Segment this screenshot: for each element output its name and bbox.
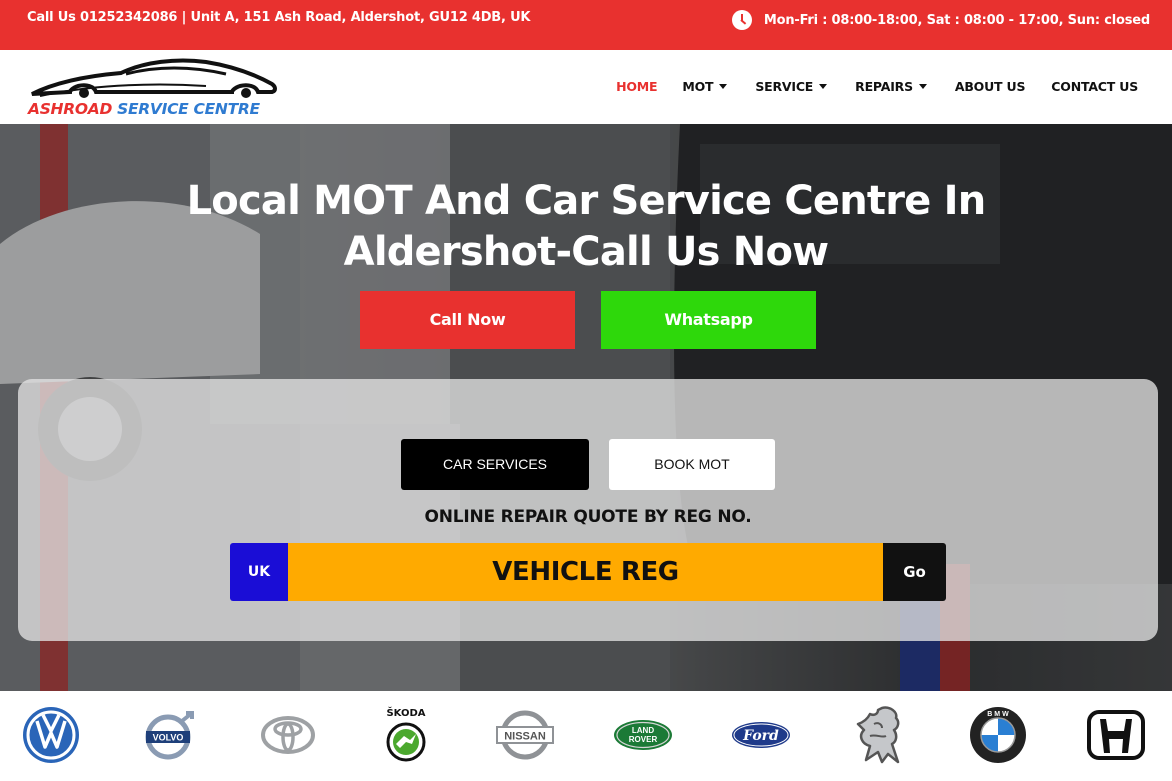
car-silhouette-icon: [31, 58, 277, 98]
nav-service[interactable]: SERVICE: [755, 79, 828, 94]
peugeot-lion-icon: [856, 706, 900, 764]
nav-about-us-label: ABOUT US: [954, 79, 1026, 94]
peugeot-logo[interactable]: [840, 697, 920, 773]
country-badge-uk: UK: [230, 543, 288, 601]
nav-repairs[interactable]: REPAIRS: [855, 79, 927, 94]
top-info-bar: Call Us 01252342086 | Unit A, 151 Ash Ro…: [0, 0, 1172, 50]
bmw-icon: B M W: [970, 707, 1026, 763]
toyota-logo[interactable]: [248, 697, 328, 773]
land-rover-icon: LAND ROVER: [614, 720, 672, 750]
quote-heading: ONLINE REPAIR QUOTE BY REG NO.: [424, 507, 752, 527]
toyota-icon: [261, 716, 315, 754]
nav-home[interactable]: HOME: [616, 79, 657, 94]
skoda-icon: [386, 722, 426, 762]
nav-home-label: HOME: [616, 79, 658, 94]
whatsapp-button[interactable]: Whatsapp: [601, 291, 816, 349]
logo-text: ASHROAD SERVICE CENTRE: [28, 100, 260, 118]
opening-hours-text: Mon-Fri : 08:00-18:00, Sat : 08:00 - 17:…: [763, 12, 1150, 28]
opening-hours: Mon-Fri : 08:00-18:00, Sat : 08:00 - 17:…: [731, 10, 1150, 30]
bmw-logo[interactable]: B M W: [958, 697, 1038, 773]
volvo-logo-text: VOLVO: [153, 733, 184, 743]
logo-word-ashroad: ASHROAD: [28, 100, 113, 118]
hero-title-line1: Local MOT And Car Service Centre In: [186, 178, 987, 224]
land-rover-line1: LAND: [632, 726, 654, 735]
tab-car-services[interactable]: CAR SERVICES: [401, 439, 589, 490]
ford-icon: Ford: [732, 722, 790, 748]
nissan-logo-text: NISSAN: [504, 731, 546, 743]
brand-logo-strip: VOLVO ŠKODA NISSAN LAND ROVER Ford B M W: [0, 691, 1172, 781]
skoda-logo[interactable]: ŠKODA: [366, 697, 446, 773]
quote-panel: CAR SERVICES BOOK MOT ONLINE REPAIR QUOT…: [18, 379, 1158, 641]
volvo-logo[interactable]: VOLVO: [130, 697, 210, 773]
tab-book-mot[interactable]: BOOK MOT: [609, 439, 775, 490]
contact-info: Call Us 01252342086 | Unit A, 151 Ash Ro…: [27, 10, 531, 25]
nav-repairs-label: REPAIRS: [855, 79, 913, 94]
nav-contact-us-label: CONTACT US: [1051, 79, 1138, 94]
hero-title: Local MOT And Car Service Centre In Alde…: [0, 176, 1172, 278]
call-now-button[interactable]: Call Now: [360, 291, 575, 349]
clock-icon: [731, 10, 752, 30]
skoda-logo-text: ŠKODA: [386, 708, 426, 719]
land-rover-line2: ROVER: [629, 735, 658, 744]
volkswagen-icon: [23, 707, 79, 763]
ford-logo[interactable]: Ford: [721, 697, 801, 773]
honda-logo[interactable]: [1076, 697, 1156, 773]
bmw-logo-text: B M W: [987, 711, 1009, 718]
vehicle-reg-input[interactable]: [288, 543, 883, 601]
nissan-logo[interactable]: NISSAN: [485, 697, 565, 773]
caret-down-icon: [918, 84, 927, 89]
hero-section: Local MOT And Car Service Centre In Alde…: [0, 124, 1172, 691]
site-logo[interactable]: ASHROAD SERVICE CENTRE: [26, 56, 278, 120]
nav-service-label: SERVICE: [755, 79, 814, 94]
nav-mot[interactable]: MOT: [682, 79, 728, 94]
land-rover-logo[interactable]: LAND ROVER: [603, 697, 683, 773]
main-nav: HOME MOT SERVICE REPAIRS ABOUT US CONTAC…: [616, 79, 1138, 94]
vw-logo[interactable]: [11, 697, 91, 773]
nav-about-us[interactable]: ABOUT US: [954, 79, 1026, 94]
caret-down-icon: [719, 84, 728, 89]
volvo-icon: VOLVO: [145, 711, 194, 760]
hero-title-line2: Aldershot-Call Us Now: [343, 229, 829, 275]
logo-word-service-centre: SERVICE CENTRE: [117, 100, 260, 118]
ford-logo-text: Ford: [742, 728, 779, 744]
nav-mot-label: MOT: [682, 79, 714, 94]
caret-down-icon: [819, 84, 828, 89]
nissan-icon: NISSAN: [496, 710, 554, 760]
honda-icon: [1087, 710, 1145, 760]
site-header: ASHROAD SERVICE CENTRE HOME MOT SERVICE …: [0, 50, 1172, 124]
nav-contact-us[interactable]: CONTACT US: [1051, 79, 1138, 94]
go-button[interactable]: Go: [883, 543, 946, 601]
